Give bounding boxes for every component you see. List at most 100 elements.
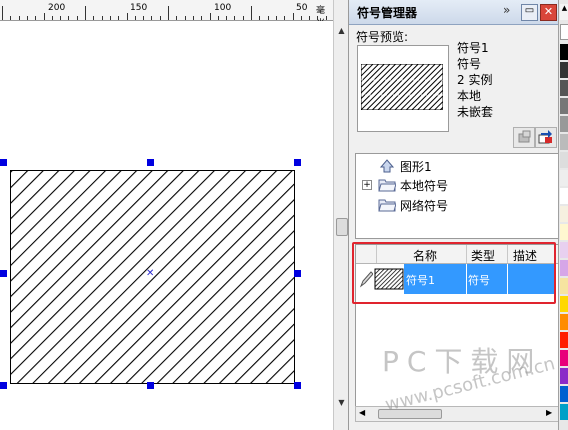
close-button[interactable]: ✕ xyxy=(540,4,557,21)
ruler-tick xyxy=(251,6,252,20)
selection-handle[interactable] xyxy=(147,382,154,389)
no-color-swatch[interactable] xyxy=(560,24,568,40)
ruler-tick xyxy=(2,6,3,20)
scroll-thumb[interactable] xyxy=(336,218,348,236)
expand-icon[interactable]: » xyxy=(503,3,510,17)
color-swatch[interactable] xyxy=(560,386,568,402)
ruler-label: 100 xyxy=(214,3,232,13)
ruler-tick xyxy=(60,16,62,20)
preview-thumbnail xyxy=(361,64,443,110)
vertical-scrollbar[interactable]: ▲ ▼ xyxy=(333,0,349,430)
color-swatch[interactable] xyxy=(560,116,568,132)
color-swatch[interactable] xyxy=(560,206,568,222)
color-swatch[interactable] xyxy=(560,98,568,114)
symbol-library-tree: 图形1 + 本地符号 网络符号 xyxy=(355,153,559,239)
ruler-tick xyxy=(101,16,103,20)
color-swatch[interactable] xyxy=(560,242,568,258)
ruler-tick xyxy=(126,13,128,20)
minimize-button[interactable]: ▭ xyxy=(521,4,538,21)
annotation-highlight-box xyxy=(352,242,556,304)
color-swatch[interactable] xyxy=(560,152,568,168)
symbol-location: 本地 xyxy=(457,89,482,103)
tree-item-local-symbols[interactable]: + 本地符号 xyxy=(356,176,546,194)
ruler-tick xyxy=(317,16,319,20)
ruler-tick xyxy=(159,16,161,20)
color-swatch[interactable] xyxy=(560,224,568,240)
ruler-tick xyxy=(168,6,169,20)
ruler-tick xyxy=(26,16,28,20)
ruler-tick xyxy=(43,13,45,20)
scroll-right-icon[interactable]: ▶ xyxy=(546,408,552,417)
insert-symbol-button[interactable] xyxy=(535,127,557,148)
docker-titlebar[interactable]: 符号管理器 » ▭ ✕ xyxy=(349,0,559,25)
tree-item-label: 网络符号 xyxy=(400,199,449,213)
ruler-label: 200 xyxy=(48,3,66,13)
ruler-tick xyxy=(192,16,194,20)
tree-item-label: 图形1 xyxy=(400,160,432,174)
tree-item-network-symbols[interactable]: 网络符号 xyxy=(356,196,546,214)
ruler-tick xyxy=(176,16,178,20)
ruler-tick xyxy=(217,16,219,20)
color-swatch[interactable] xyxy=(560,368,568,384)
horizontal-ruler[interactable]: 200 150 100 50 毫米 xyxy=(0,0,333,29)
rotation-center-icon[interactable]: ✕ xyxy=(146,268,154,279)
color-swatch[interactable] xyxy=(560,134,568,150)
selection-handle[interactable] xyxy=(294,159,301,166)
ruler-tick xyxy=(226,16,228,20)
ruler-tick xyxy=(134,16,136,20)
ruler-tick xyxy=(184,16,186,20)
selection-handle[interactable] xyxy=(0,270,7,277)
ruler-tick xyxy=(275,16,277,20)
preview-label: 符号预览: xyxy=(356,30,409,44)
color-swatch[interactable] xyxy=(560,170,568,186)
symbol-name: 符号1 xyxy=(457,41,489,55)
tree-item-label: 本地符号 xyxy=(400,179,449,193)
ruler-tick xyxy=(234,16,236,20)
ruler-tick xyxy=(209,13,211,20)
color-swatch[interactable] xyxy=(560,332,568,348)
ruler-tick xyxy=(242,16,244,20)
ruler-tick xyxy=(259,16,261,20)
color-swatch[interactable] xyxy=(560,314,568,330)
expand-tree-icon[interactable]: + xyxy=(362,180,372,190)
ruler-tick xyxy=(35,16,37,20)
selection-handle[interactable] xyxy=(147,159,154,166)
selection-handle[interactable] xyxy=(0,382,7,389)
ruler-tick xyxy=(18,16,20,20)
ruler-label: 150 xyxy=(130,3,148,13)
color-swatch[interactable] xyxy=(560,62,568,78)
color-swatch[interactable] xyxy=(560,350,568,366)
color-swatch[interactable] xyxy=(560,188,568,204)
tree-item-graphic[interactable]: 图形1 xyxy=(356,157,546,175)
ruler-tick xyxy=(85,6,86,20)
scroll-up-icon[interactable]: ▲ xyxy=(335,24,348,38)
folder-icon xyxy=(378,199,396,212)
scroll-down-icon[interactable]: ▼ xyxy=(335,396,348,410)
selection-handle[interactable] xyxy=(294,382,301,389)
ruler-tick xyxy=(76,16,78,20)
scroll-left-icon[interactable]: ◀ xyxy=(359,408,365,417)
shape-icon xyxy=(379,159,395,173)
ruler-tick xyxy=(143,16,145,20)
color-swatch[interactable] xyxy=(560,296,568,312)
color-swatch[interactable] xyxy=(560,278,568,294)
ruler-tick xyxy=(10,16,12,20)
color-swatch[interactable] xyxy=(560,260,568,276)
ruler-tick xyxy=(300,16,302,20)
folder-icon xyxy=(378,179,396,192)
ruler-tick xyxy=(267,16,269,20)
edit-symbol-button[interactable] xyxy=(513,127,535,148)
color-palette: ▲ xyxy=(558,0,568,430)
ruler-tick xyxy=(309,16,311,20)
selection-handle[interactable] xyxy=(0,159,7,166)
ruler-tick xyxy=(68,16,70,20)
ruler-tick xyxy=(325,16,327,20)
symbol-preview xyxy=(357,45,449,132)
ruler-label: 50 xyxy=(296,3,308,13)
ruler-tick xyxy=(201,16,203,20)
color-swatch[interactable] xyxy=(560,80,568,96)
color-swatch[interactable] xyxy=(560,404,568,420)
palette-scroll-up-icon[interactable]: ▲ xyxy=(560,4,568,20)
color-swatch[interactable] xyxy=(560,44,568,60)
selection-handle[interactable] xyxy=(294,270,301,277)
